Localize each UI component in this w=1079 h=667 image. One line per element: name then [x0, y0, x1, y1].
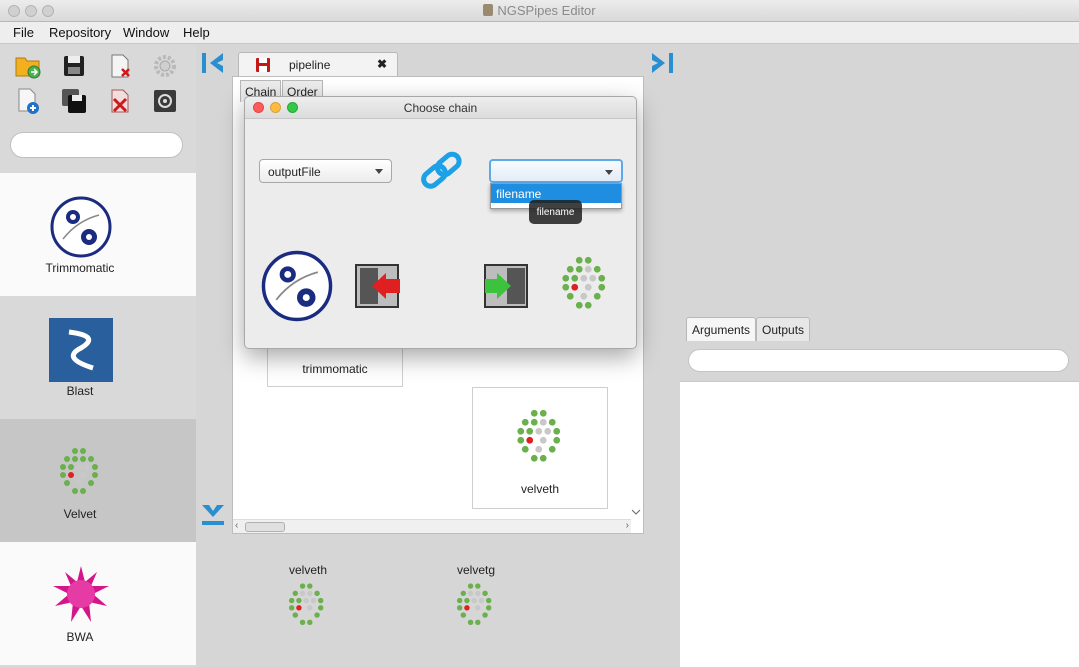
- menu-help[interactable]: Help: [183, 25, 210, 40]
- dialog-title-bar: Choose chain: [245, 97, 636, 119]
- tool-search-input[interactable]: [10, 132, 183, 158]
- menu-bar: File Repository Window Help: [0, 22, 1079, 44]
- velvet-icon: [288, 583, 324, 626]
- input-select[interactable]: [489, 159, 623, 183]
- save-all-icon[interactable]: [60, 87, 88, 115]
- tool-label: Velvet: [63, 507, 97, 521]
- scroll-down-icon[interactable]: [630, 507, 642, 517]
- tab-arguments[interactable]: Arguments: [686, 317, 757, 341]
- menu-repository[interactable]: Repository: [49, 25, 111, 40]
- window-title-text: NGSPipes Editor: [497, 3, 596, 18]
- trimmomatic-icon: [50, 196, 112, 258]
- velvet-icon: [60, 448, 98, 494]
- collapse-left-icon[interactable]: [201, 52, 225, 74]
- velvet-icon: [517, 409, 561, 462]
- tab-label: pipeline: [289, 58, 331, 72]
- command-label: velveth: [288, 563, 328, 577]
- dialog-title: Choose chain: [403, 101, 478, 115]
- menu-window[interactable]: Window: [123, 25, 169, 40]
- delete-red-icon[interactable]: [106, 87, 134, 115]
- tooltip: filename: [529, 200, 582, 224]
- argument-search-input[interactable]: [688, 349, 1069, 372]
- tool-list: Trimmomatic Blast Velvet BWA: [0, 173, 196, 665]
- input-door-icon: [484, 264, 528, 308]
- tool-item-trimmomatic[interactable]: Trimmomatic: [0, 173, 196, 296]
- scroll-right-icon[interactable]: ›: [626, 520, 629, 531]
- choose-chain-dialog: Choose chain outputFile filename filenam…: [244, 96, 637, 349]
- command-velveth[interactable]: velveth: [268, 534, 348, 667]
- delete-file-icon[interactable]: [106, 52, 134, 80]
- output-select-value: outputFile: [268, 165, 321, 179]
- close-tab-icon[interactable]: ✖: [377, 57, 387, 71]
- title-bar: NGSPipes Editor: [0, 0, 1079, 22]
- tool-item-velvet[interactable]: Velvet: [0, 419, 196, 542]
- velvet-icon: [456, 583, 492, 626]
- collapse-right-icon[interactable]: [650, 52, 674, 74]
- horizontal-scrollbar[interactable]: ‹ ›: [233, 519, 631, 533]
- node-label: trimmomatic: [302, 362, 368, 376]
- arguments-list: [680, 381, 1079, 667]
- tool-label: Trimmomatic: [45, 261, 115, 275]
- chevron-down-icon: [375, 169, 383, 174]
- window-title: NGSPipes Editor: [0, 3, 1079, 18]
- blast-icon: [49, 318, 113, 382]
- chevron-down-icon: [605, 170, 613, 175]
- command-label: velvetg: [456, 563, 496, 577]
- preferences-icon[interactable]: [151, 87, 179, 115]
- tool-label: BWA: [66, 630, 94, 644]
- settings-icon[interactable]: [151, 52, 179, 80]
- properties-panel: Arguments Outputs: [680, 314, 1079, 667]
- new-file-icon[interactable]: [14, 87, 42, 115]
- collapse-down-icon[interactable]: [201, 503, 225, 527]
- open-folder-icon[interactable]: [14, 52, 42, 80]
- tool-item-bwa[interactable]: BWA: [0, 542, 196, 665]
- app-icon: [483, 4, 494, 16]
- chain-link-icon: [421, 151, 462, 189]
- velvet-icon: [562, 256, 606, 309]
- command-velvetg[interactable]: velvetg: [436, 534, 516, 667]
- save-icon[interactable]: [60, 52, 88, 80]
- menu-file[interactable]: File: [13, 25, 34, 40]
- tab-pipeline[interactable]: pipeline ✖: [238, 52, 398, 76]
- output-select[interactable]: outputFile: [259, 159, 392, 183]
- save-icon: [256, 58, 270, 72]
- scroll-left-icon[interactable]: ‹: [235, 520, 238, 531]
- bwa-icon: [53, 566, 109, 622]
- tool-label: Blast: [66, 384, 94, 398]
- scroll-thumb[interactable]: [245, 522, 285, 532]
- tab-outputs[interactable]: Outputs: [756, 317, 811, 341]
- tool-repository-panel: Trimmomatic Blast Velvet BWA: [0, 44, 196, 667]
- command-palette: velveth velvetg: [232, 534, 680, 667]
- node-label: velveth: [520, 482, 560, 496]
- tool-item-blast[interactable]: Blast: [0, 296, 196, 419]
- output-door-icon: [355, 264, 400, 308]
- node-velveth[interactable]: velveth: [472, 387, 608, 509]
- trimmomatic-icon: [261, 250, 333, 322]
